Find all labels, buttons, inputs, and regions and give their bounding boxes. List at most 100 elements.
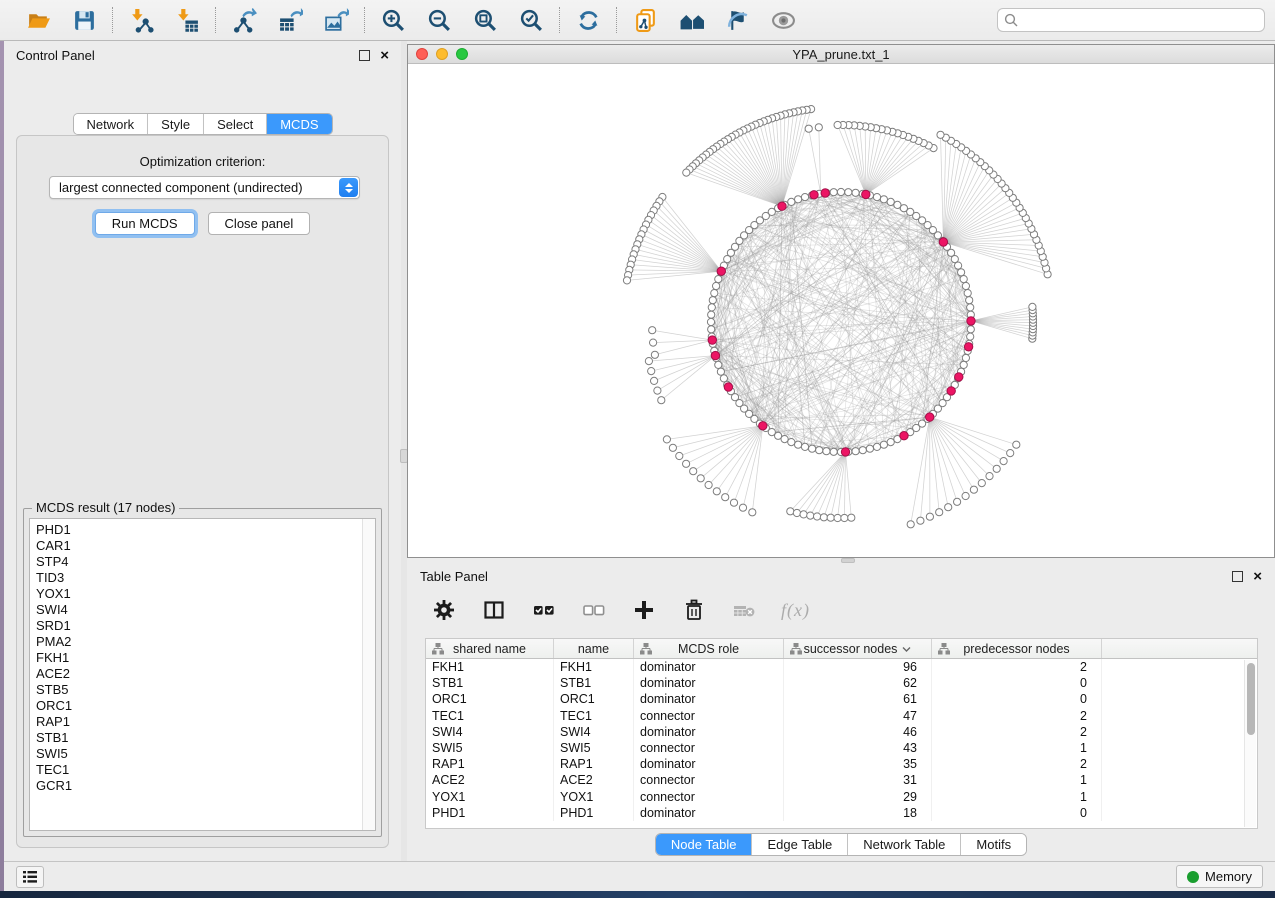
float-panel-button[interactable] [1232,571,1243,582]
mcds-result-item[interactable]: PHD1 [36,522,375,538]
column-header-predecessor-nodes[interactable]: predecessor nodes [932,639,1102,658]
cell-successor-nodes[interactable]: 62 [784,675,932,691]
column-settings-button[interactable] [431,597,457,623]
table-row[interactable]: RAP1RAP1dominator352 [426,756,1257,772]
cell-shared-name[interactable]: PHD1 [426,805,554,821]
mcds-result-item[interactable]: STP4 [36,554,375,570]
cell-mcds-role[interactable]: dominator [634,659,784,675]
table-row[interactable]: PHD1PHD1dominator180 [426,805,1257,821]
zoom-selected-button[interactable] [517,6,545,34]
network-canvas[interactable] [408,64,1274,557]
mcds-result-item[interactable]: ACE2 [36,666,375,682]
mcds-result-item[interactable]: SWI4 [36,602,375,618]
cell-name[interactable]: YOX1 [554,789,634,805]
cell-successor-nodes[interactable]: 29 [784,789,932,805]
column-header-successor-nodes[interactable]: successor nodes [784,639,932,658]
cell-predecessor-nodes[interactable]: 1 [932,740,1102,756]
mcds-result-item[interactable]: SWI5 [36,746,375,762]
cell-predecessor-nodes[interactable]: 2 [932,659,1102,675]
cell-successor-nodes[interactable]: 61 [784,691,932,707]
mcds-result-item[interactable]: SRD1 [36,618,375,634]
mcds-result-item[interactable]: RAP1 [36,714,375,730]
export-network-button[interactable] [230,6,258,34]
add-column-button[interactable] [631,597,657,623]
copy-style-button[interactable] [631,6,659,34]
open-session-button[interactable] [24,6,52,34]
table-row[interactable]: TEC1TEC1connector472 [426,708,1257,724]
cell-shared-name[interactable]: ACE2 [426,772,554,788]
first-neighbors-button[interactable] [677,6,705,34]
cell-mcds-role[interactable]: connector [634,740,784,756]
cell-name[interactable]: PHD1 [554,805,634,821]
deselect-all-checkboxes-button[interactable] [581,597,607,623]
select-all-checkboxes-button[interactable] [531,597,557,623]
close-panel-button[interactable]: × [380,50,389,61]
float-panel-button[interactable] [359,50,370,61]
split-panel-button[interactable] [481,597,507,623]
tab-network[interactable]: Network [73,114,148,134]
cell-name[interactable]: RAP1 [554,756,634,772]
cell-successor-nodes[interactable]: 47 [784,708,932,724]
tab-edge-table[interactable]: Edge Table [752,834,848,855]
tab-style[interactable]: Style [148,114,204,134]
cell-mcds-role[interactable]: connector [634,772,784,788]
zoom-in-button[interactable] [379,6,407,34]
mcds-list-scrollbar[interactable] [362,519,375,830]
cell-predecessor-nodes[interactable]: 2 [932,756,1102,772]
cell-mcds-role[interactable]: dominator [634,675,784,691]
export-table-button[interactable] [276,6,304,34]
cell-name[interactable]: SWI5 [554,740,634,756]
import-table-button[interactable] [173,6,201,34]
mcds-result-item[interactable]: FKH1 [36,650,375,666]
cell-predecessor-nodes[interactable]: 1 [932,789,1102,805]
cell-successor-nodes[interactable]: 35 [784,756,932,772]
scrollbar-thumb[interactable] [1247,663,1255,735]
tab-motifs[interactable]: Motifs [961,834,1026,855]
cell-name[interactable]: ORC1 [554,691,634,707]
cell-predecessor-nodes[interactable]: 1 [932,772,1102,788]
cell-predecessor-nodes[interactable]: 2 [932,724,1102,740]
tab-mcds[interactable]: MCDS [267,114,331,134]
cell-name[interactable]: TEC1 [554,708,634,724]
show-hidden-panels-button[interactable] [16,866,44,888]
cell-name[interactable]: ACE2 [554,772,634,788]
mcds-result-item[interactable]: PMA2 [36,634,375,650]
table-row[interactable]: ORC1ORC1dominator610 [426,691,1257,707]
delete-column-button[interactable] [681,597,707,623]
mcds-result-item[interactable]: STB5 [36,682,375,698]
table-row[interactable]: SWI5SWI5connector431 [426,740,1257,756]
run-mcds-button[interactable]: Run MCDS [95,212,195,235]
table-row[interactable]: SWI4SWI4dominator462 [426,724,1257,740]
export-image-button[interactable] [322,6,350,34]
cell-mcds-role[interactable]: dominator [634,724,784,740]
zoom-out-button[interactable] [425,6,453,34]
mcds-result-item[interactable]: ORC1 [36,698,375,714]
cell-mcds-role[interactable]: dominator [634,756,784,772]
cell-name[interactable]: STB1 [554,675,634,691]
tab-select[interactable]: Select [204,114,267,134]
cell-shared-name[interactable]: STB1 [426,675,554,691]
cell-mcds-role[interactable]: connector [634,789,784,805]
column-header-mcds-role[interactable]: MCDS role [634,639,784,658]
mcds-result-list[interactable]: PHD1CAR1STP4TID3YOX1SWI4SRD1PMA2FKH1ACE2… [29,518,376,831]
save-session-button[interactable] [70,6,98,34]
cell-shared-name[interactable]: RAP1 [426,756,554,772]
cell-mcds-role[interactable]: dominator [634,805,784,821]
table-scrollbar[interactable] [1244,660,1256,827]
table-row[interactable]: STB1STB1dominator620 [426,675,1257,691]
mcds-result-item[interactable]: GCR1 [36,778,375,794]
cell-shared-name[interactable]: SWI4 [426,724,554,740]
table-row[interactable]: FKH1FKH1dominator962 [426,659,1257,675]
close-panel-button-mcds[interactable]: Close panel [208,212,311,235]
cell-shared-name[interactable]: ORC1 [426,691,554,707]
mcds-result-item[interactable]: TID3 [36,570,375,586]
mcds-result-item[interactable]: STB1 [36,730,375,746]
optimization-criterion-select[interactable]: largest connected component (undirected) [49,176,360,199]
cell-successor-nodes[interactable]: 43 [784,740,932,756]
column-header-shared-name[interactable]: shared name [426,639,554,658]
network-graph[interactable] [408,64,1274,557]
hide-graphics-details-button[interactable] [723,6,751,34]
cell-mcds-role[interactable]: dominator [634,691,784,707]
cell-predecessor-nodes[interactable]: 0 [932,675,1102,691]
cell-shared-name[interactable]: FKH1 [426,659,554,675]
